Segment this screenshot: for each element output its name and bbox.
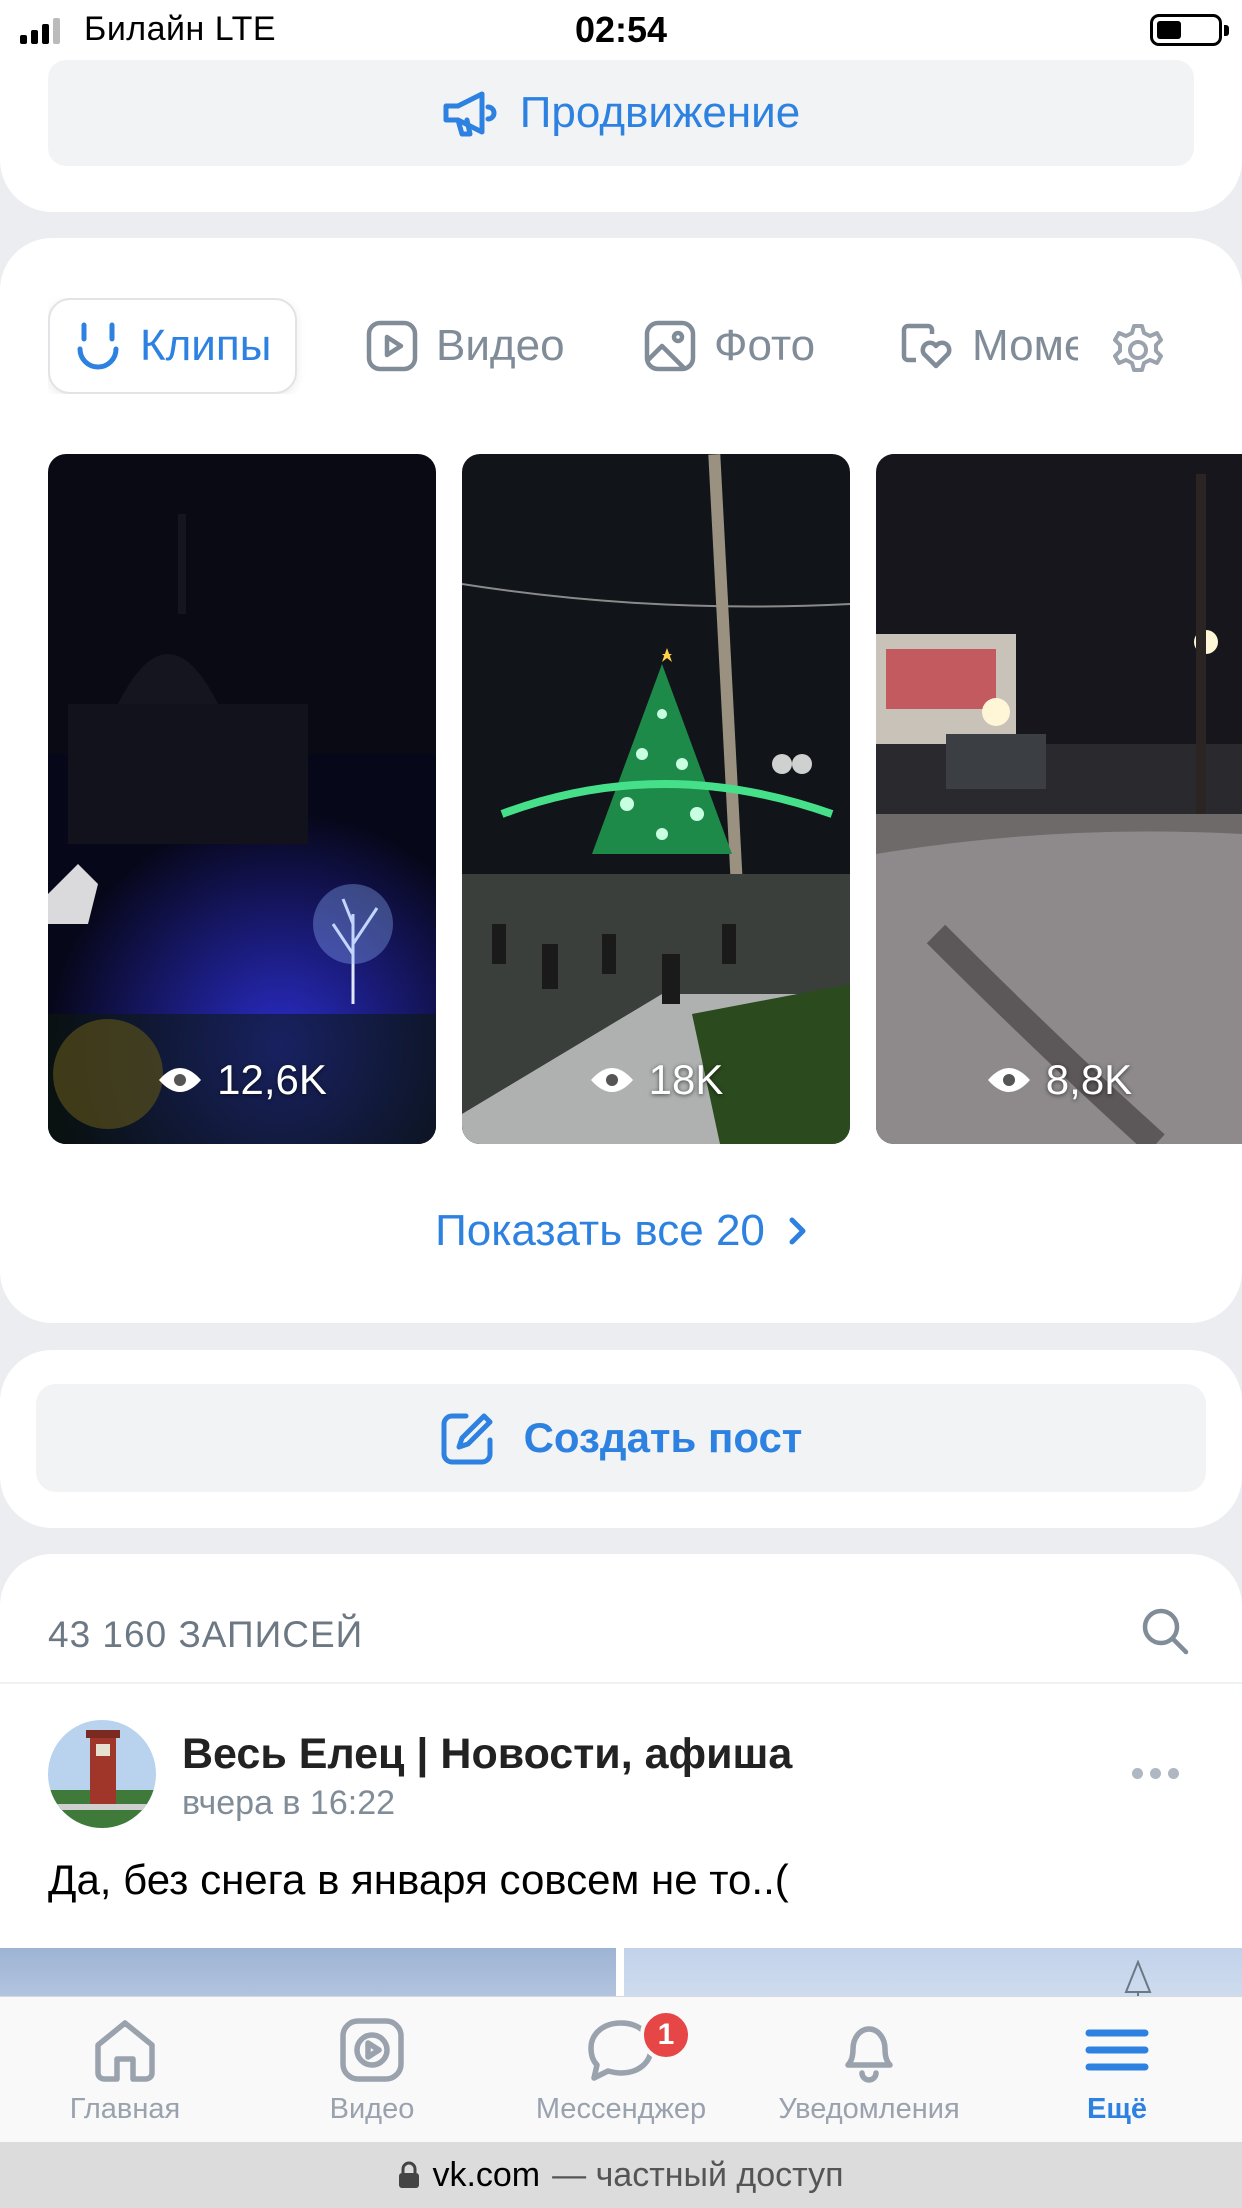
video-icon bbox=[366, 320, 418, 372]
edit-icon bbox=[441, 1413, 493, 1465]
show-all-link[interactable]: Показать все 20 bbox=[0, 1206, 1242, 1256]
clip-thumbnail[interactable]: 8,8K bbox=[876, 454, 1242, 1144]
promotion-button[interactable]: Продвижение bbox=[48, 60, 1194, 166]
clip-image bbox=[48, 454, 436, 1144]
photo-icon bbox=[644, 320, 696, 372]
unread-badge: 1 bbox=[640, 2009, 692, 2061]
eye-icon bbox=[987, 1068, 1030, 1092]
bell-icon bbox=[845, 2026, 893, 2083]
clips-icon bbox=[77, 322, 119, 370]
tab-video-label: Видео bbox=[436, 321, 565, 370]
home-icon bbox=[95, 2020, 155, 2082]
megaphone-icon bbox=[443, 91, 497, 137]
menu-icon bbox=[1085, 2029, 1149, 2071]
records-count: 43 160 ЗАПИСЕЙ bbox=[48, 1614, 364, 1655]
gear-icon[interactable] bbox=[1110, 322, 1166, 378]
media-tabs: Клипы Видео Фото Моме bbox=[48, 298, 1078, 394]
tab-clips[interactable]: Клипы bbox=[48, 298, 298, 394]
search-icon[interactable] bbox=[1140, 1606, 1190, 1656]
create-post-card: Создать пост bbox=[0, 1350, 1242, 1528]
status-time: 02:54 bbox=[574, 9, 668, 50]
url-domain: vk.com bbox=[432, 2155, 541, 2194]
nav-home[interactable]: Главная bbox=[0, 1997, 250, 2143]
nav-more[interactable]: Ещё bbox=[992, 1997, 1242, 2143]
tab-photo[interactable]: Фото bbox=[644, 298, 815, 394]
create-post-button[interactable]: Создать пост bbox=[36, 1384, 1206, 1492]
nav-messenger[interactable]: 1 Мессенджер bbox=[496, 1997, 746, 2143]
more-options-icon[interactable] bbox=[1132, 1768, 1179, 1779]
eye-icon bbox=[590, 1068, 633, 1092]
clip-thumbnail[interactable]: 12,6K bbox=[48, 454, 436, 1144]
avatar[interactable] bbox=[48, 1720, 156, 1828]
post-text: Да, без снега в января совсем не то..( bbox=[48, 1856, 789, 1903]
lock-icon bbox=[399, 2161, 420, 2188]
show-all-label: Показать все 20 bbox=[435, 1206, 765, 1255]
url-suffix: — частный доступ bbox=[552, 2155, 844, 2194]
tab-clips-label: Клипы bbox=[140, 321, 272, 370]
clip-image bbox=[876, 454, 1242, 1144]
promotion-label: Продвижение bbox=[519, 88, 801, 137]
nav-notifications[interactable]: Уведомления bbox=[744, 1997, 994, 2143]
create-post-label: Создать пост bbox=[523, 1414, 803, 1461]
url-bar[interactable]: vk.com — частный доступ bbox=[0, 2142, 1242, 2208]
moments-icon bbox=[901, 323, 952, 369]
avatar-image bbox=[48, 1720, 156, 1828]
post-time: вчера в 16:22 bbox=[182, 1784, 396, 1822]
post-author[interactable]: Весь Елец | Новости, афиша bbox=[182, 1730, 792, 1779]
battery-icon bbox=[1150, 14, 1229, 46]
eye-icon bbox=[159, 1068, 202, 1092]
view-count: 12,6K bbox=[48, 1056, 436, 1104]
media-card: Клипы Видео Фото Моме 12,6K 18K 8,8K Пок… bbox=[0, 238, 1242, 1323]
video-nav-icon bbox=[340, 2018, 404, 2082]
view-count: 8,8K bbox=[876, 1056, 1242, 1104]
status-bar: Билайн LTE 02:54 bbox=[0, 0, 1242, 60]
divider bbox=[0, 1682, 1242, 1684]
tab-moments[interactable]: Моме bbox=[900, 298, 1078, 394]
tab-video[interactable]: Видео bbox=[366, 298, 565, 394]
nav-video[interactable]: Видео bbox=[247, 1997, 497, 2143]
tree-icon bbox=[1124, 1960, 1152, 1998]
bottom-navigation: Главная Видео 1 Мессенджер Уведомления Е… bbox=[0, 1996, 1242, 2142]
tab-photo-label: Фото bbox=[714, 321, 816, 370]
chevron-right-icon bbox=[789, 1217, 806, 1245]
view-count: 18K bbox=[462, 1056, 850, 1104]
clip-image bbox=[462, 454, 850, 1144]
tab-moments-label: Моме bbox=[972, 321, 1078, 370]
clip-thumbnail[interactable]: 18K bbox=[462, 454, 850, 1144]
